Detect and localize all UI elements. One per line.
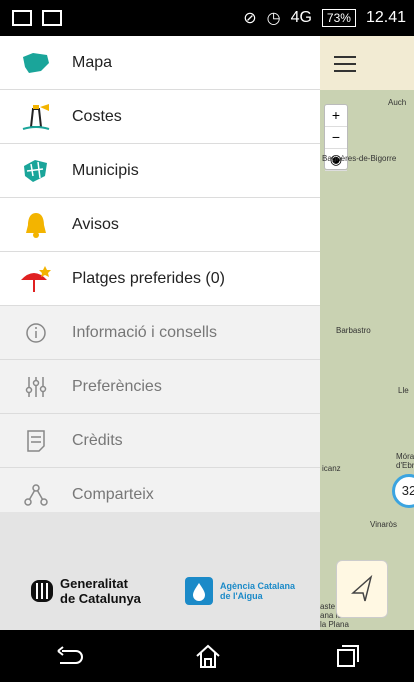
lighthouse-icon <box>0 103 72 131</box>
aca-emblem-icon <box>185 577 213 605</box>
share-icon <box>0 483 72 507</box>
menu-item-informacio[interactable]: Informació i consells <box>0 306 320 360</box>
footer-logos: Generalitat de Catalunya Agència Catalan… <box>0 512 320 630</box>
map-label: Auch <box>388 98 407 107</box>
menu-item-avisos[interactable]: Avisos <box>0 198 320 252</box>
generalitat-emblem-icon <box>31 580 53 602</box>
mute-icon: ⊘ <box>243 10 257 27</box>
generalitat-name-line2: de Catalunya <box>60 591 141 606</box>
menu-item-label: Platges preferides (0) <box>72 269 225 287</box>
network-indicator: 4G <box>290 9 312 26</box>
map-view[interactable]: + − ◉ Auch Bagnères-de-Bigorre Barbastro… <box>320 36 414 630</box>
map-label: Móra d'Ebre <box>396 452 414 470</box>
menu-item-label: Mapa <box>72 53 113 71</box>
info-icon <box>0 322 72 344</box>
aca-name-line2: de l'Aigua <box>220 591 263 601</box>
navigate-button[interactable] <box>336 560 388 618</box>
status-bar: ⊘ ◷ 4G 73% 12.41 <box>0 0 414 36</box>
alarm-icon: ◷ <box>266 10 281 27</box>
image-notification-icon <box>12 10 32 26</box>
map-label: Lle <box>398 386 409 395</box>
back-icon[interactable] <box>54 645 84 667</box>
navigation-drawer: Mapa Costes Municipis Avisos Platges pre… <box>0 36 320 630</box>
map-label: Barbastro <box>336 326 371 335</box>
municipalities-icon <box>0 158 72 184</box>
menu-item-municipis[interactable]: Municipis <box>0 144 320 198</box>
menu-item-label: Avisos <box>72 215 119 233</box>
menu-item-mapa[interactable]: Mapa <box>0 36 320 90</box>
menu-item-label: Municipis <box>72 161 139 179</box>
generalitat-logo: Generalitat de Catalunya <box>30 576 141 606</box>
zoom-in-button[interactable]: + <box>325 105 347 127</box>
menu-item-label: Informació i consells <box>72 323 217 341</box>
hamburger-menu-icon[interactable] <box>334 56 356 72</box>
menu-item-costes[interactable]: Costes <box>0 90 320 144</box>
aca-logo: Agència Catalana de l'Aigua <box>184 576 295 606</box>
system-navigation-bar <box>0 630 414 682</box>
document-icon <box>0 429 72 453</box>
beach-umbrella-icon <box>0 264 72 294</box>
app-toolbar <box>320 36 414 90</box>
map-label: Vinaròs <box>370 520 397 529</box>
map-label: icanz <box>322 464 341 473</box>
battery-indicator: 73% <box>321 9 356 27</box>
menu-item-label: Comparteix <box>72 485 154 503</box>
bell-icon <box>0 211 72 239</box>
generalitat-name-line1: Generalitat <box>60 576 128 591</box>
aca-name-line1: Agència Catalana <box>220 581 296 591</box>
menu-item-preferencies[interactable]: Preferències <box>0 360 320 414</box>
zoom-out-button[interactable]: − <box>325 127 347 149</box>
recent-apps-icon[interactable] <box>332 644 360 668</box>
menu-item-label: Preferències <box>72 377 162 395</box>
beach-cluster-marker[interactable]: 32 <box>392 474 414 508</box>
menu-item-platges-preferides[interactable]: Platges preferides (0) <box>0 252 320 306</box>
clock: 12.41 <box>365 9 406 26</box>
map-icon <box>0 51 72 75</box>
menu-item-credits[interactable]: Crèdits <box>0 414 320 468</box>
map-label: Bagnères-de-Bigorre <box>322 154 397 163</box>
menu-item-label: Costes <box>72 107 122 125</box>
menu-item-label: Crèdits <box>72 431 123 449</box>
home-icon[interactable] <box>193 643 223 669</box>
mail-notification-icon <box>42 10 62 26</box>
navigation-arrow-icon <box>351 575 373 602</box>
sliders-icon <box>0 375 72 399</box>
